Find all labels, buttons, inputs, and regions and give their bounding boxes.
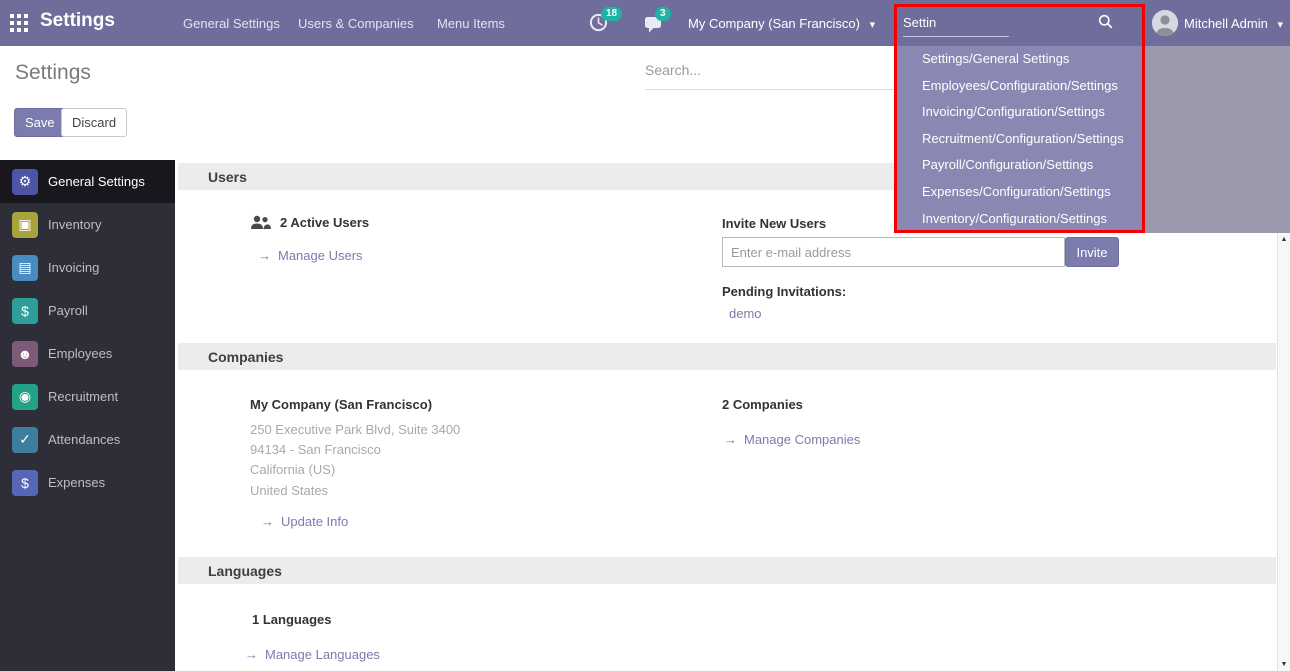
- sidebar-item-label: Employees: [48, 346, 112, 361]
- menu-search-input[interactable]: [903, 8, 1083, 36]
- languages-count: 1 Languages: [252, 612, 331, 627]
- scroll-down-arrow-icon[interactable]: ▼: [1278, 661, 1290, 668]
- discard-button[interactable]: Discard: [61, 108, 127, 137]
- user-name-label: Mitchell Admin: [1184, 16, 1268, 31]
- active-users-row: 2 Active Users: [250, 215, 369, 230]
- nav-menu-menu-items[interactable]: Menu Items: [437, 16, 505, 31]
- sidebar-item-recruitment[interactable]: ◉ Recruitment: [0, 375, 175, 418]
- company-name: My Company (San Francisco): [250, 397, 432, 412]
- invite-new-users-label: Invite New Users: [722, 216, 826, 231]
- sidebar-item-label: Expenses: [48, 475, 105, 490]
- search-result-item[interactable]: Invoicing/Configuration/Settings: [896, 99, 1144, 126]
- top-navbar: Settings General Settings Users & Compan…: [0, 0, 1290, 46]
- apps-grid-icon[interactable]: [10, 14, 28, 32]
- company-switcher[interactable]: My Company (San Francisco) ▾: [688, 16, 875, 31]
- company-address-line: California (US): [250, 462, 335, 477]
- sidebar-item-label: Recruitment: [48, 389, 118, 404]
- pending-invitations-label: Pending Invitations:: [722, 284, 846, 299]
- employees-icon: ☻: [12, 341, 38, 367]
- sidebar-item-payroll[interactable]: $ Payroll: [0, 289, 175, 332]
- settings-sidebar: ⚙ General Settings ▣ Inventory ▤ Invoici…: [0, 160, 175, 671]
- update-info-link[interactable]: → Update Info: [261, 514, 348, 529]
- user-avatar[interactable]: [1152, 10, 1178, 36]
- avatar-person-icon: [1152, 10, 1178, 36]
- active-users-count: 2 Active Users: [280, 215, 369, 230]
- search-icon[interactable]: [1098, 14, 1113, 29]
- pending-invitation-demo-link[interactable]: demo: [729, 306, 762, 321]
- scroll-up-arrow-icon[interactable]: ▲: [1278, 236, 1290, 243]
- search-result-item[interactable]: Employees/Configuration/Settings: [896, 73, 1144, 100]
- search-result-item[interactable]: Settings/General Settings: [896, 46, 1144, 73]
- chevron-down-icon: ▾: [870, 19, 876, 31]
- menu-search-underline: [903, 36, 1009, 37]
- sidebar-item-label: Inventory: [48, 217, 101, 232]
- sidebar-item-label: Payroll: [48, 303, 88, 318]
- arrow-right-icon: →: [245, 647, 258, 662]
- company-address-line: 250 Executive Park Blvd, Suite 3400: [250, 422, 460, 437]
- manage-companies-label[interactable]: Manage Companies: [744, 432, 860, 447]
- manage-languages-link[interactable]: → Manage Languages: [245, 647, 380, 662]
- sidebar-item-general-settings[interactable]: ⚙ General Settings: [0, 160, 175, 203]
- attendance-icon: ✓: [12, 427, 38, 453]
- page-title: Settings: [15, 61, 91, 85]
- update-info-label[interactable]: Update Info: [281, 514, 348, 529]
- sidebar-item-inventory[interactable]: ▣ Inventory: [0, 203, 175, 246]
- user-menu[interactable]: Mitchell Admin ▾: [1184, 16, 1283, 31]
- section-title: Users: [208, 169, 247, 185]
- sidebar-item-attendances[interactable]: ✓ Attendances: [0, 418, 175, 461]
- companies-count: 2 Companies: [722, 397, 803, 412]
- nav-menu-general-settings[interactable]: General Settings: [183, 16, 280, 31]
- app-title[interactable]: Settings: [40, 10, 115, 32]
- manage-users-label[interactable]: Manage Users: [278, 248, 363, 263]
- inventory-icon: ▣: [12, 212, 38, 238]
- invite-button[interactable]: Invite: [1065, 237, 1119, 267]
- menu-search-dropdown: Settings/General Settings Employees/Conf…: [896, 46, 1144, 233]
- recruitment-icon: ◉: [12, 384, 38, 410]
- search-result-item[interactable]: Expenses/Configuration/Settings: [896, 179, 1144, 206]
- settings-content: Users 2 Active Users → Manage Users Invi…: [175, 160, 1277, 671]
- section-header-languages: Languages: [178, 557, 1276, 584]
- search-result-item[interactable]: Inventory/Configuration/Settings: [896, 206, 1144, 233]
- users-group-icon: [250, 215, 271, 230]
- invoice-icon: ▤: [12, 255, 38, 281]
- messages-badge: 3: [655, 7, 671, 21]
- sidebar-item-label: Attendances: [48, 432, 120, 447]
- save-button[interactable]: Save: [14, 108, 66, 137]
- manage-users-link[interactable]: → Manage Users: [258, 248, 363, 263]
- company-switcher-label: My Company (San Francisco): [688, 16, 860, 31]
- sidebar-item-employees[interactable]: ☻ Employees: [0, 332, 175, 375]
- search-result-item[interactable]: Recruitment/Configuration/Settings: [896, 126, 1144, 153]
- expenses-icon: $: [12, 470, 38, 496]
- search-underline: [645, 89, 895, 90]
- sidebar-item-invoicing[interactable]: ▤ Invoicing: [0, 246, 175, 289]
- arrow-right-icon: →: [724, 432, 737, 447]
- invite-email-input[interactable]: [722, 237, 1065, 267]
- sidebar-item-expenses[interactable]: $ Expenses: [0, 461, 175, 504]
- manage-languages-label[interactable]: Manage Languages: [265, 647, 380, 662]
- payroll-icon: $: [12, 298, 38, 324]
- activity-badge: 18: [601, 7, 622, 21]
- search-result-item[interactable]: Payroll/Configuration/Settings: [896, 152, 1144, 179]
- odoo-settings-screen: Users 2 Active Users → Manage Users Invi…: [0, 0, 1290, 671]
- arrow-right-icon: →: [261, 514, 274, 529]
- sidebar-item-label: Invoicing: [48, 260, 99, 275]
- gear-icon: ⚙: [12, 169, 38, 195]
- section-title: Companies: [208, 349, 283, 365]
- sidebar-item-label: General Settings: [48, 174, 145, 189]
- vertical-scrollbar[interactable]: ▲ ▼: [1277, 233, 1290, 671]
- company-address-line: United States: [250, 483, 328, 498]
- section-header-companies: Companies: [178, 343, 1276, 370]
- arrow-right-icon: →: [258, 248, 271, 263]
- settings-search-input[interactable]: [645, 62, 885, 78]
- manage-companies-link[interactable]: → Manage Companies: [724, 432, 860, 447]
- navbar-dropdown-backdrop: [1144, 46, 1290, 233]
- nav-menu-users-companies[interactable]: Users & Companies: [298, 16, 414, 31]
- section-title: Languages: [208, 563, 282, 579]
- company-address-line: 94134 - San Francisco: [250, 442, 381, 457]
- chevron-down-icon: ▾: [1277, 19, 1283, 31]
